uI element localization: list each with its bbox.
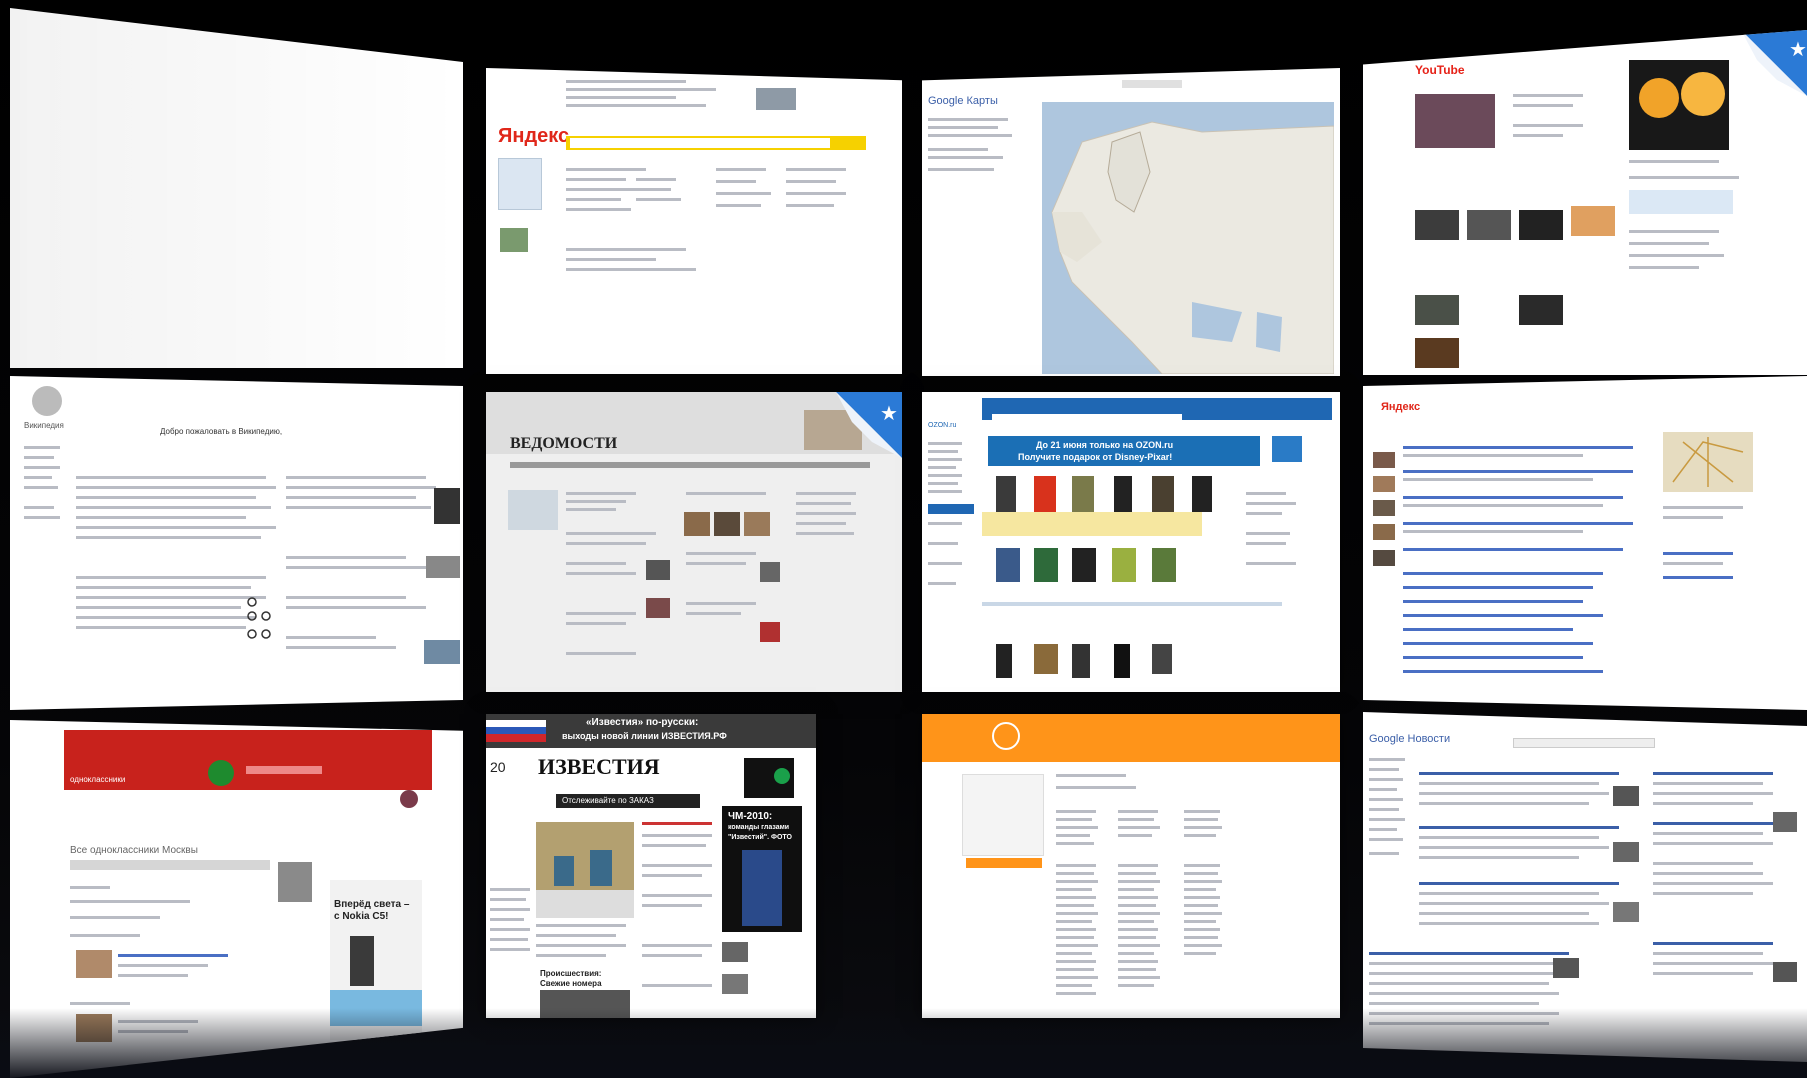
europe-map-graphic <box>1042 102 1334 374</box>
odnoklassniki-search-button <box>208 760 234 786</box>
google-news-logo: Google Новости <box>1369 733 1451 745</box>
site-tile-youtube[interactable]: YouTube ★ <box>1363 30 1807 375</box>
wikipedia-globe-icon <box>32 386 62 416</box>
orange-site-logo-icon <box>992 722 1020 750</box>
site-tile-vedomosti[interactable]: ВЕДОМОСТИ ★ <box>486 392 902 692</box>
ozon-banner-line1: До 21 июня только на OZON.ru <box>1036 440 1174 450</box>
izvestia-wc-line3: "Известий". ФОТО <box>728 834 792 841</box>
ozon-banner-line2: Получите подарок от Disney-Pixar! <box>1018 452 1173 462</box>
ozon-promo-banner: До 21 июня только на OZON.ru Получите по… <box>988 436 1260 466</box>
ozon-search-input <box>992 414 1182 422</box>
site-tile-wikipedia[interactable]: Википедия Добро пожаловать в Википедию, <box>10 376 463 710</box>
orange-site-login-box <box>962 774 1044 856</box>
odnoklassniki-logo: одноклассники <box>70 775 126 784</box>
site-tile-google-news[interactable]: Google Новости <box>1363 712 1807 1062</box>
site-tile-odnoklassniki[interactable]: одноклассники Все одноклассники Москвы В… <box>10 720 463 1078</box>
site-tile-ozon[interactable]: OZON.ru До 21 июня только на OZON.ru Пол… <box>922 392 1340 692</box>
yandex-logo: Яндекс <box>498 125 570 147</box>
odnoklassniki-search-bar <box>70 860 270 870</box>
yandex-search-input <box>570 138 830 148</box>
orange-site-header <box>922 714 1340 762</box>
odnoklassniki-nokia-ad: Вперёд света – с Nokia C5! <box>330 880 422 1040</box>
odnoklassniki-photo-1 <box>76 950 112 978</box>
izvestia-wc-title: ЧМ-2010: <box>728 811 773 822</box>
odnoklassniki-login-field <box>246 766 322 774</box>
izvestia-wc-line2: команды глазами <box>728 824 790 831</box>
svg-text:★: ★ <box>1789 37 1807 61</box>
odnoklassniki-ad-line2: с Nokia C5! <box>334 911 389 922</box>
izvestia-side-tag: 20 <box>490 759 506 775</box>
site-tile-google-maps[interactable]: Google Карты <box>922 68 1340 376</box>
youtube-featured-video <box>1415 94 1495 148</box>
site-tile-izvestia[interactable]: «Известия» по-русски: выходы новой линии… <box>486 714 816 1018</box>
wikipedia-portrait-image <box>434 488 460 524</box>
orange-site-button <box>966 858 1042 868</box>
vedomosti-logo: ВЕДОМОСТИ <box>510 435 618 452</box>
odnoklassniki-search-title: Все одноклассники Москвы <box>70 845 198 856</box>
izvestia-main-photo <box>536 822 634 918</box>
izvestia-logo: ИЗВЕСТИЯ <box>538 754 660 779</box>
google-news-search-bar <box>1513 738 1655 748</box>
izvestia-news-label: Происшествия: <box>540 969 602 978</box>
izvestia-banner-line2: выходы новой линии ИЗВЕСТИЯ.РФ <box>562 731 727 741</box>
yandex-side-widget <box>498 158 542 210</box>
pinned-badge-icon[interactable]: ★ <box>1741 30 1807 96</box>
site-tile-blank[interactable] <box>10 8 463 368</box>
odnoklassniki-photo-2 <box>76 1014 112 1042</box>
wikipedia-bird-image <box>424 640 460 664</box>
izvestia-news-label2: Свежие номера <box>540 979 602 988</box>
site-tile-orange-site[interactable] <box>922 714 1340 1018</box>
izvestia-promo-strip: Отслеживайте по ЗАКАЗ <box>556 794 700 808</box>
ozon-logo: OZON.ru <box>928 422 957 429</box>
vedomosti-nav-bar <box>510 462 870 468</box>
youtube-featured-face-image <box>1629 60 1729 150</box>
wikipedia-logo: Википедия <box>24 421 64 430</box>
google-maps-map-canvas <box>1042 102 1334 374</box>
odnoklassniki-side-avatar <box>400 790 418 808</box>
izvestia-top-banner: «Известия» по-русски: выходы новой линии… <box>486 714 816 748</box>
ozon-side-banner <box>1272 436 1302 462</box>
izvestia-bw-photo <box>540 990 630 1018</box>
top-sites-view: Яндекс Google Карты YouTube ★ Википедия … <box>0 0 1807 1078</box>
izvestia-ad-box <box>744 758 794 798</box>
odnoklassniki-ad-line1: Вперёд света – <box>334 899 410 910</box>
yandex-news-logo: Яндекс <box>1381 401 1421 413</box>
google-maps-logo: Google Карты <box>928 95 998 107</box>
pinned-badge-icon[interactable]: ★ <box>836 392 902 458</box>
svg-text:★: ★ <box>880 401 898 425</box>
izvestia-worldcup-panel: ЧМ-2010: команды глазами "Известий". ФОТ… <box>722 806 802 932</box>
youtube-blue-widget <box>1629 190 1733 214</box>
site-tile-yandex-news[interactable]: Яндекс <box>1363 376 1807 710</box>
odnoklassniki-person-photo <box>278 862 312 902</box>
ozon-nav-highlight <box>928 504 974 514</box>
yandex-news-traffic-map <box>1663 432 1753 492</box>
wikipedia-photo-image <box>426 556 460 578</box>
wikipedia-welcome-heading: Добро пожаловать в Википедию, <box>160 427 283 436</box>
youtube-logo: YouTube <box>1415 63 1465 77</box>
google-maps-toolbar <box>1122 80 1182 88</box>
site-tile-yandex[interactable]: Яндекс <box>486 68 902 374</box>
yandex-thumbnail-image <box>756 88 796 110</box>
yandex-side-image <box>500 228 528 252</box>
izvestia-promo-text: Отслеживайте по ЗАКАЗ <box>562 796 654 805</box>
wikipedia-rings-graphic <box>246 594 276 644</box>
izvestia-banner-line1: «Известия» по-русски: <box>586 717 699 728</box>
